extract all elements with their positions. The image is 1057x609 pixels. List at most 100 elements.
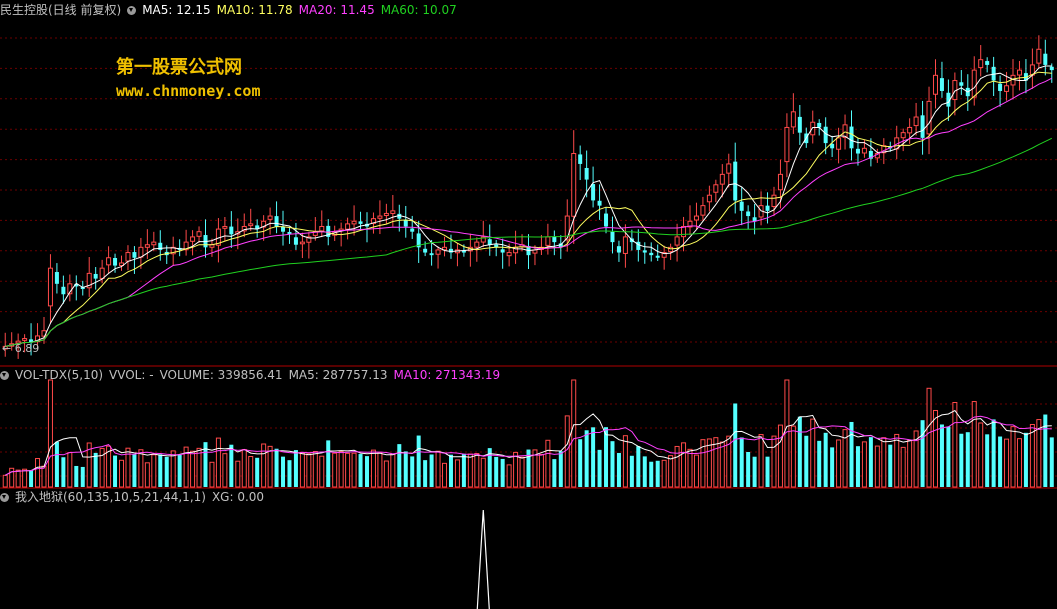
volume-bar — [777, 424, 783, 488]
volume-bar — [196, 447, 202, 488]
candle-body — [920, 115, 925, 138]
ma10-value: MA10: 11.78 — [216, 3, 293, 17]
volume-bar — [113, 455, 118, 487]
volume-bar — [29, 470, 34, 487]
xg-value: XG: 0.00 — [211, 490, 265, 504]
candle-body — [54, 272, 59, 284]
candle-body — [196, 231, 202, 237]
volume-bar — [622, 435, 628, 488]
candle-body — [423, 248, 428, 253]
volume-bar — [564, 415, 570, 488]
volume-bar — [894, 433, 900, 488]
candle-body — [113, 258, 118, 266]
candle-body — [817, 122, 822, 128]
candle-body — [713, 184, 719, 193]
volume-bar — [461, 453, 466, 487]
candle-body — [358, 221, 363, 224]
volume-bar — [138, 449, 144, 488]
volume-bar — [578, 439, 583, 487]
volume-bar — [661, 459, 667, 488]
volume-bar — [739, 437, 744, 487]
settings-dropdown-icon[interactable] — [127, 6, 137, 15]
candle-body — [610, 231, 615, 243]
volume-bar — [823, 432, 828, 487]
volume-bar — [713, 437, 719, 488]
volume-value: VOLUME: 339856.41 — [159, 368, 283, 382]
volume-bar — [649, 461, 654, 487]
signal-dropdown-icon[interactable] — [0, 493, 9, 502]
volume-dropdown-icon[interactable] — [0, 371, 9, 380]
volume-bar — [965, 432, 970, 487]
volume-bar — [513, 451, 519, 488]
candle-body — [506, 252, 512, 257]
candle-body — [267, 215, 273, 220]
candle-body — [706, 194, 712, 203]
candle-body — [487, 239, 492, 245]
candle-body — [861, 147, 867, 154]
volume-bar — [474, 453, 480, 488]
volume-bar — [442, 462, 448, 488]
xg-signal-spike — [476, 509, 490, 609]
volume-bar — [558, 451, 563, 487]
candle-body — [726, 163, 732, 174]
volume-bar — [733, 403, 738, 487]
candle-body — [93, 273, 98, 279]
candle-body — [274, 216, 279, 227]
candle-body — [790, 111, 796, 128]
candle-body — [939, 78, 944, 91]
candle-body — [739, 201, 744, 211]
volume-bar — [874, 445, 880, 488]
candle-body — [474, 241, 480, 248]
volume-bar — [306, 453, 312, 488]
volume-bar — [978, 422, 984, 488]
volume-bar — [604, 427, 609, 487]
candle-body — [797, 116, 802, 133]
volume-bar — [164, 456, 169, 487]
volume-bar — [926, 387, 932, 488]
volume-bar — [616, 452, 621, 487]
volume-header: VOL-TDX(5,10) VVOL: - VOLUME: 339856.41 MA5… — [0, 367, 506, 383]
volume-bar — [2, 474, 8, 488]
candle-body — [390, 210, 396, 214]
candle-body — [700, 205, 706, 216]
volume-bar — [383, 460, 389, 488]
candle-body — [383, 212, 389, 216]
candle-body — [500, 249, 505, 253]
volume-bar — [299, 452, 305, 488]
candle-body — [429, 253, 434, 256]
volume-bar — [47, 379, 53, 488]
ma10-line — [5, 71, 1052, 347]
volume-bar — [971, 401, 977, 488]
candle-body — [777, 173, 783, 191]
volume-bar — [668, 455, 674, 488]
candle-body — [746, 211, 751, 217]
candle-body — [765, 205, 770, 211]
volume-bar — [423, 460, 428, 487]
volume-bar — [946, 426, 951, 487]
ma5-line — [5, 65, 1052, 347]
volume-bar — [1016, 438, 1022, 488]
volume-bar — [642, 456, 647, 487]
candle-body — [47, 267, 53, 307]
candle-body — [222, 225, 228, 229]
volume-bar — [390, 453, 396, 488]
volume-bar — [629, 455, 634, 487]
ma5-value: MA5: 12.15 — [142, 3, 211, 17]
volume-bar — [571, 379, 577, 488]
volume-bar — [687, 448, 693, 488]
volume-bar — [1023, 432, 1028, 487]
volume-bar — [500, 458, 505, 487]
price-header: 民生控股(日线 前复权) MA5: 12.15 MA10: 11.78 MA20: 1… — [0, 2, 463, 18]
volume-bar — [804, 435, 809, 487]
candle-body — [622, 236, 628, 254]
volume-bar — [998, 436, 1003, 487]
candle-body — [604, 213, 609, 227]
volume-bar — [907, 439, 913, 488]
volume-bar — [190, 450, 196, 488]
volume-bar — [370, 449, 376, 488]
candle-body — [681, 225, 687, 238]
candle-body — [932, 74, 938, 95]
candle-body — [293, 237, 298, 245]
volume-bar — [235, 460, 241, 488]
volume-bar — [429, 454, 434, 487]
